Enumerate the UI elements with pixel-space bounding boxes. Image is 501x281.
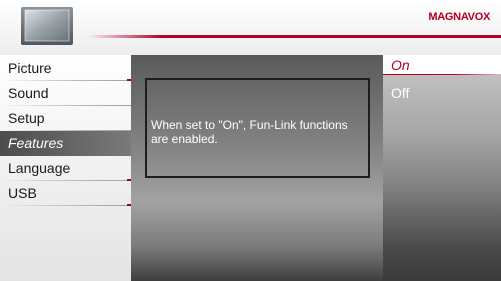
header-bar: MAGNAVOX — [0, 0, 501, 55]
info-text: When set to "On", Fun-Link functions are… — [151, 118, 348, 146]
menu-item-label: USB — [8, 185, 37, 201]
option-off[interactable]: Off — [383, 83, 501, 103]
option-on[interactable]: On — [383, 55, 501, 75]
info-box: When set to "On", Fun-Link functions are… — [145, 78, 370, 178]
option-divider — [383, 74, 501, 75]
menu-item-label: Language — [8, 160, 71, 176]
menu-item-label: Picture — [8, 60, 52, 76]
header-divider — [88, 35, 501, 38]
menu-item-picture[interactable]: Picture — [0, 56, 131, 81]
options-panel: On Off — [383, 55, 501, 281]
menu-item-usb[interactable]: USB — [0, 181, 131, 206]
option-label: Off — [391, 85, 410, 101]
brand-logo: MAGNAVOX — [428, 11, 490, 23]
info-panel: When set to "On", Fun-Link functions are… — [131, 55, 383, 281]
menu-item-label: Sound — [8, 85, 49, 101]
tv-screen-icon — [21, 7, 73, 45]
menu-item-features[interactable]: Features — [0, 131, 131, 156]
menu-divider — [0, 205, 131, 206]
menu-item-setup[interactable]: Setup — [0, 106, 131, 131]
menu-item-sound[interactable]: Sound — [0, 81, 131, 106]
menu-item-language[interactable]: Language — [0, 156, 131, 181]
menu-item-label: Features — [8, 135, 64, 151]
main-menu: Picture Sound Setup Features Language US… — [0, 55, 131, 281]
menu-item-label: Setup — [8, 110, 45, 126]
option-label: On — [391, 57, 410, 73]
